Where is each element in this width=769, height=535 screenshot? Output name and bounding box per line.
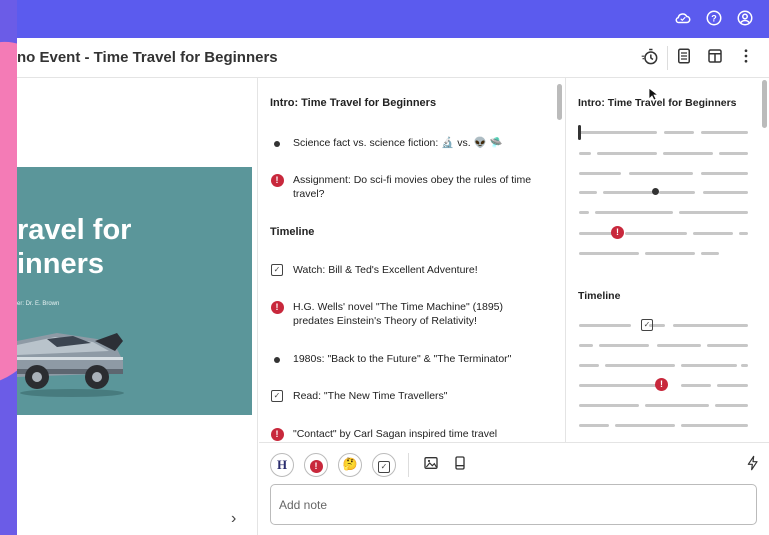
minimap-line bbox=[579, 131, 748, 134]
alert-icon: ! bbox=[309, 460, 323, 473]
slide-icon[interactable] bbox=[451, 455, 469, 473]
help-icon[interactable]: ? bbox=[704, 9, 724, 29]
alert-icon: ! bbox=[270, 174, 284, 187]
outline-item-text: Read: "The New Time Travellers" bbox=[293, 390, 448, 402]
minimap-line bbox=[579, 252, 748, 255]
slide-presenter: er: Dr. E. Brown bbox=[17, 301, 60, 307]
minimap-line bbox=[579, 211, 748, 214]
toolbar-divider bbox=[408, 453, 409, 477]
minimap-line bbox=[579, 404, 748, 407]
checklist-icon: ✓ bbox=[271, 264, 283, 276]
alert-button[interactable]: ! bbox=[304, 453, 328, 477]
minimap-pane: Intro: Time Travel for Beginners ! Timel… bbox=[565, 78, 769, 442]
slide-title-line: inners bbox=[17, 248, 105, 280]
mouse-cursor bbox=[648, 87, 660, 104]
slide-preview-pane: ravel for inners er: Dr. E. Brown › bbox=[17, 78, 258, 535]
minimap-line bbox=[579, 232, 748, 235]
bullet-icon bbox=[274, 141, 280, 147]
minimap-bullet-icon bbox=[652, 188, 659, 195]
outline-pane: Intro: Time Travel for Beginners Science… bbox=[259, 78, 565, 442]
add-note-input[interactable] bbox=[270, 484, 757, 525]
slide-title: ravel for inners bbox=[17, 213, 131, 281]
more-icon[interactable] bbox=[735, 47, 757, 69]
slide-thumbnail[interactable]: ravel for inners er: Dr. E. Brown bbox=[17, 167, 252, 415]
checklist-icon: ✓ bbox=[378, 461, 390, 473]
outline-item-text: H.G. Wells' novel "The Time Machine" (18… bbox=[293, 301, 504, 327]
minimap-checklist-icon: ✓ bbox=[641, 319, 653, 331]
minimap-alert-icon: ! bbox=[655, 378, 668, 391]
minimap-cursor bbox=[578, 125, 581, 140]
minimap-scrollbar[interactable] bbox=[762, 80, 767, 128]
minimap-line bbox=[579, 424, 748, 427]
outline-scrollbar[interactable] bbox=[557, 84, 562, 120]
minimap-line bbox=[579, 191, 748, 194]
minimap-section-title: Timeline bbox=[578, 290, 621, 302]
outline-item[interactable]: ! Assignment: Do sci-fi movies obey the … bbox=[270, 173, 540, 201]
minimap-line bbox=[579, 324, 748, 327]
alert-icon: ! bbox=[270, 301, 284, 314]
outline-item[interactable]: ✓ Read: "The New Time Travellers" bbox=[270, 389, 540, 403]
slide-title-line: ravel for bbox=[17, 214, 132, 246]
outline-section-title[interactable]: Intro: Time Travel for Beginners bbox=[270, 97, 436, 109]
outline-item[interactable]: ✓ Watch: Bill & Ted's Excellent Adventur… bbox=[270, 263, 540, 277]
outline-item-text: Assignment: Do sci-fi movies obey the ru… bbox=[293, 174, 532, 200]
heading-button[interactable]: H bbox=[270, 453, 294, 477]
minimap-alert-icon: ! bbox=[611, 226, 624, 239]
image-icon[interactable] bbox=[422, 455, 440, 473]
header: no Event - Time Travel for Beginners bbox=[17, 38, 769, 78]
presenter-window: ? no Event - Time Travel for Beginners r… bbox=[17, 0, 769, 535]
header-divider bbox=[667, 46, 668, 70]
outline-item[interactable]: 1980s: "Back to the Future" & "The Termi… bbox=[270, 352, 540, 366]
car-illustration bbox=[17, 333, 124, 397]
alert-icon: ! bbox=[270, 428, 284, 441]
outline-item-text: 1980s: "Back to the Future" & "The Termi… bbox=[293, 353, 512, 365]
checklist-button[interactable]: ✓ bbox=[372, 453, 396, 477]
outline-item[interactable]: Science fact vs. science fiction: 🔬 vs. … bbox=[270, 136, 540, 150]
outline-item[interactable]: ! H.G. Wells' novel "The Time Machine" (… bbox=[270, 300, 540, 328]
outline-item-text: Science fact vs. science fiction: 🔬 vs. … bbox=[293, 137, 503, 149]
outline-item[interactable]: ! "Contact" by Carl Sagan inspired time … bbox=[270, 427, 540, 441]
lightning-icon[interactable] bbox=[744, 455, 762, 473]
svg-text:?: ? bbox=[711, 13, 717, 23]
minimap-line bbox=[579, 364, 748, 367]
note-toolbar: H ! 🤔 ✓ bbox=[259, 442, 769, 535]
outline-section-title[interactable]: Timeline bbox=[270, 226, 314, 238]
checklist-icon: ✓ bbox=[271, 390, 283, 402]
next-slide-button[interactable]: › bbox=[231, 510, 236, 528]
outline-item-text: Watch: Bill & Ted's Excellent Adventure! bbox=[293, 264, 478, 276]
top-bar: ? bbox=[17, 0, 769, 38]
account-icon[interactable] bbox=[735, 9, 755, 29]
outline-item-text: "Contact" by Carl Sagan inspired time tr… bbox=[293, 428, 498, 440]
minimap-line bbox=[579, 344, 748, 347]
minimap-line bbox=[579, 172, 748, 175]
minimap-line bbox=[579, 152, 748, 155]
notes-icon[interactable] bbox=[673, 47, 695, 69]
emoji-button[interactable]: 🤔 bbox=[338, 453, 362, 477]
cloud-icon[interactable] bbox=[673, 9, 693, 29]
bullet-icon bbox=[274, 357, 280, 363]
layout-icon[interactable] bbox=[704, 47, 726, 69]
page-title: no Event - Time Travel for Beginners bbox=[17, 49, 278, 66]
timer-icon[interactable] bbox=[639, 47, 661, 69]
